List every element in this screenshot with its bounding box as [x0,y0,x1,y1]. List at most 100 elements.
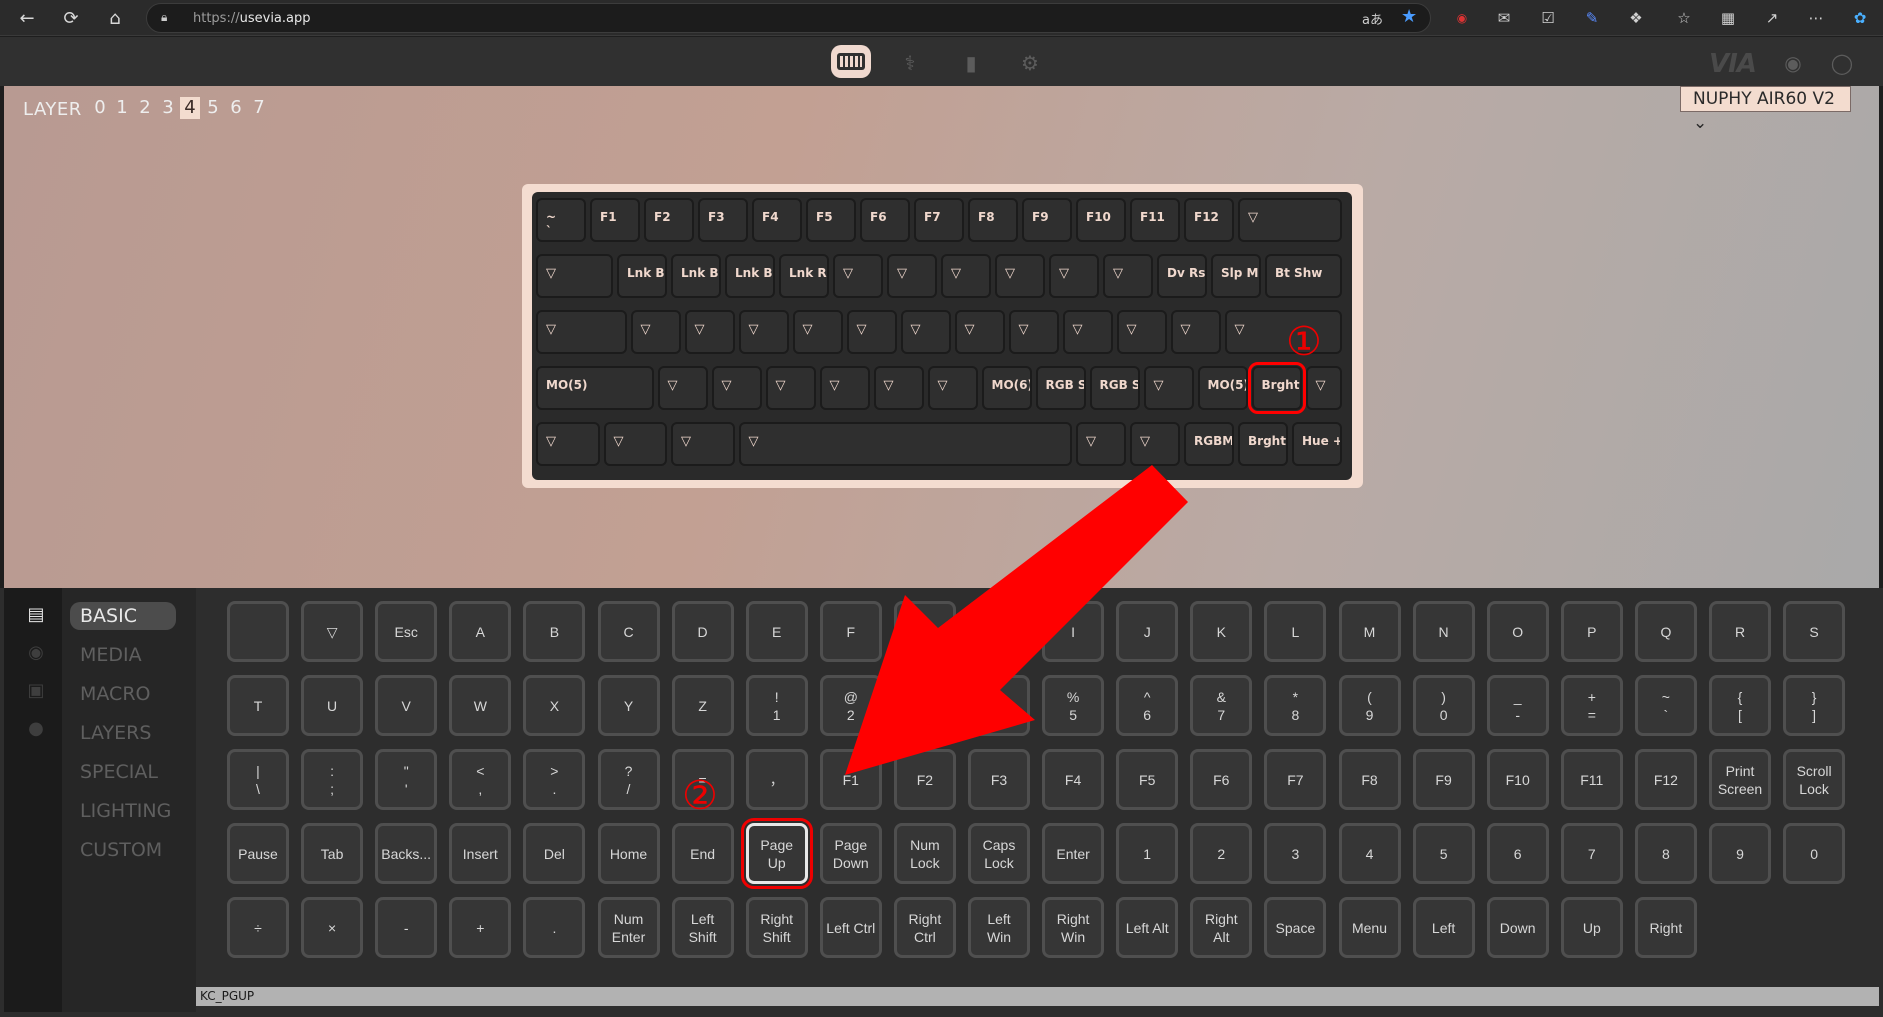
keycode-button[interactable]: ! 1 [745,675,808,736]
keycode-button[interactable]: Pause [227,823,289,884]
keycode-button[interactable]: H [968,601,1030,662]
keycode-button[interactable]: Left Win [968,897,1030,958]
keycode-button[interactable]: Esc [375,601,438,662]
keycode-button[interactable]: Menu [1338,897,1401,958]
keyboard-key[interactable]: F9 [1022,198,1072,242]
keycode-button[interactable]: ▽ [301,601,364,662]
keycode-button[interactable]: # 3 [893,675,956,736]
keycode-button[interactable]: Down [1486,897,1549,958]
keyboard-key[interactable]: ▽ [873,366,924,410]
save-icon[interactable]: ▣ [24,678,48,702]
keyboard-key[interactable]: ▽ [671,422,735,466]
keyboard-key[interactable]: F10 [1076,198,1126,242]
keycode-button[interactable]: L [1264,601,1327,662]
read-aloud-icon[interactable]: aあ [1362,9,1383,28]
keyboard-key[interactable]: ▽ [954,310,1005,354]
keyboard-key[interactable]: ▽ [792,310,843,354]
keycode-button[interactable]: K [1190,601,1253,662]
keyboard-key[interactable]: ▽ [1130,422,1180,466]
keycode-button[interactable]: End [671,823,734,884]
keycode-button[interactable]: N [1412,601,1475,662]
keycode-button[interactable]: @ 2 [819,675,882,736]
keycode-button[interactable]: M [1338,601,1401,662]
keyboard-key[interactable]: RGB Sl [1089,366,1140,410]
keyboard-key[interactable]: ▽ [1062,310,1113,354]
keycode-button[interactable]: ( 9 [1338,675,1401,736]
keycode-button[interactable]: B [523,601,586,662]
discord-icon[interactable]: ◉ [1781,51,1805,75]
keycode-button[interactable]: 0 [1783,823,1846,884]
keycode-button[interactable]: + = [1560,675,1623,736]
layer-5-button[interactable]: 5 [203,97,223,119]
category-basic[interactable]: BASIC [70,602,176,630]
category-special[interactable]: SPECIAL [70,758,176,786]
keyboard-key[interactable]: ▽ [1238,198,1342,242]
keycode-button[interactable]: 9 [1709,823,1771,884]
keyboard-key[interactable]: ▽ [1116,310,1167,354]
layer-0-button[interactable]: 0 [90,97,110,119]
keycode-button[interactable]: F5 [1116,749,1179,810]
keycode-button[interactable]: Page Down [819,823,882,884]
home-icon[interactable]: ⌂ [102,5,128,31]
layer-4-button[interactable]: 4 [180,97,200,119]
more-menu-icon[interactable]: ⋯ [1805,7,1827,29]
keyboard-key[interactable]: ▽ [1305,366,1342,410]
keycode-button[interactable]: Scroll Lock [1783,749,1846,810]
layer-1-button[interactable]: 1 [112,97,132,119]
keyboard-key[interactable]: ▽ [536,422,600,466]
layer-2-button[interactable]: 2 [135,97,155,119]
keycode-button[interactable]: Right [1634,897,1697,958]
category-custom[interactable]: CUSTOM [70,836,176,864]
keycode-button[interactable]: D [671,601,734,662]
keycode-button[interactable]: Print Screen [1709,749,1771,810]
keyboard-key[interactable]: ▽ [941,254,991,298]
favorites-icon[interactable]: ☆ [1673,7,1695,29]
keyboard-key[interactable]: F5 [806,198,856,242]
keyboard-key[interactable]: ▽ [1103,254,1153,298]
keycode-button[interactable]: 2 [1190,823,1253,884]
keycode-button[interactable]: Tab [301,823,364,884]
keycode-button[interactable]: C [597,601,660,662]
keycode-button[interactable]: Right Ctrl [893,897,956,958]
extensions-puzzle-icon[interactable]: ❖ [1625,7,1647,29]
keycode-button[interactable]: Backs... [375,823,438,884]
keycode-button[interactable]: Num Enter [597,897,660,958]
keycode-button[interactable]: { [ [1709,675,1771,736]
keyboard-key[interactable]: ▽ [738,422,1072,466]
keyboard-key[interactable]: ▽ [927,366,978,410]
keyboard-key[interactable]: ▽ [1049,254,1099,298]
keyboard-key[interactable]: F4 [752,198,802,242]
collections-icon[interactable]: ▦ [1717,7,1739,29]
keyboard-key[interactable]: F3 [698,198,748,242]
keyboard-key[interactable]: ▽ [1076,422,1126,466]
record-icon[interactable]: ◉ [24,640,48,664]
keycodes-book-icon[interactable]: ▤ [24,602,48,626]
keyboard-key[interactable]: ▽ [900,310,951,354]
keyboard-key[interactable]: ▽ [1008,310,1059,354]
keyboard-key[interactable]: MO(6) [981,366,1032,410]
keyboard-key[interactable]: ▽ [846,310,897,354]
keycode-button[interactable]: T [227,675,289,736]
keycode-button[interactable]: X [523,675,586,736]
ublock-icon[interactable]: ◉ [1451,7,1473,29]
keycode-button[interactable]: Left Alt [1116,897,1179,958]
keyboard-key[interactable]: ▽ [833,254,883,298]
keycode-button[interactable]: × [301,897,364,958]
keycode-button[interactable]: R [1709,601,1771,662]
keyboard-key[interactable]: Bt Shw [1265,254,1342,298]
keycode-button[interactable]: F2 [893,749,956,810]
keycode-button[interactable]: F [819,601,882,662]
keyboard-select[interactable]: NUPHY AIR60 V2 ⌄ [1680,86,1851,133]
keyboard-key[interactable]: Brght- [1238,422,1288,466]
keycode-button[interactable] [227,601,289,662]
keyboard-key[interactable]: ▽ [1143,366,1194,410]
keycode-button[interactable]: & 7 [1190,675,1253,736]
keycode-button[interactable]: Z [671,675,734,736]
keycode-button[interactable]: Home [597,823,660,884]
keycode-button[interactable]: E [745,601,808,662]
keycode-button[interactable]: : ; [301,749,364,810]
keyboard-key[interactable]: MO(5) [536,366,654,410]
category-lighting[interactable]: LIGHTING [70,797,176,825]
keyboard-key[interactable]: RGBM( [1184,422,1234,466]
keycode-button[interactable]: * 8 [1264,675,1327,736]
